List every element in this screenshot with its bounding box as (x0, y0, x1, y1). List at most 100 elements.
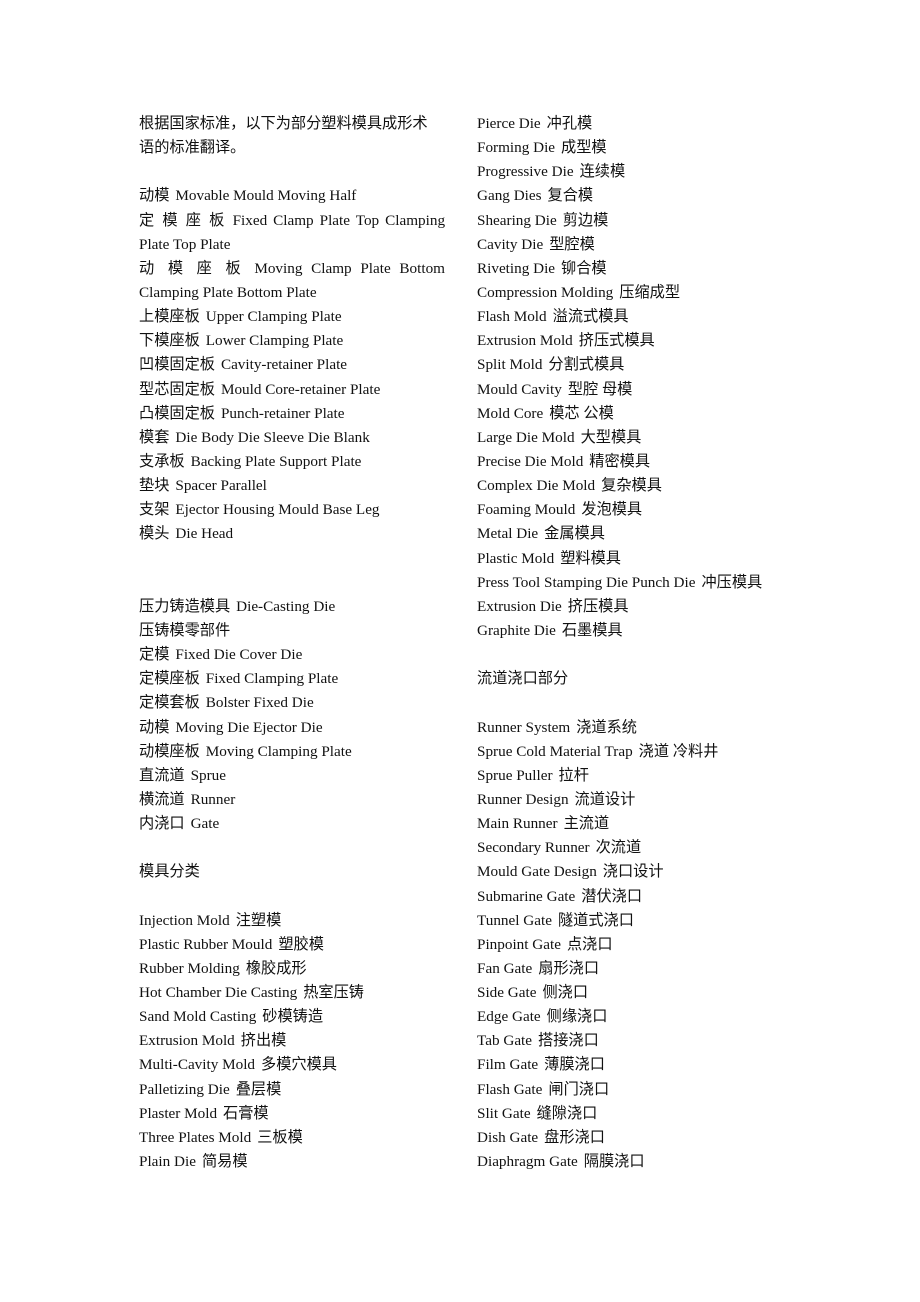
glossary-entry: Riveting Die 铆合模 (477, 257, 807, 281)
glossary-entry: Graphite Die 石墨模具 (477, 619, 807, 643)
english-term: Shearing Die (477, 211, 557, 229)
english-term: Rubber Molding (139, 959, 240, 977)
glossary-entry: 压力铸造模具 Die-Casting Die (139, 595, 445, 619)
chinese-term: 侧浇口 (542, 984, 589, 1002)
chinese-term: 凹模固定板 (139, 356, 215, 374)
glossary-entry: Injection Mold 注塑模 (139, 909, 445, 933)
english-term: Moving Clamp Plate Bottom (254, 259, 445, 277)
chinese-term: 浇道系统 (576, 718, 637, 736)
english-term: Die Head (175, 525, 234, 543)
chinese-term: 垫块 (139, 477, 170, 495)
glossary-entry: 定模座板 Fixed Clamping Plate (139, 667, 445, 691)
glossary-entry: 凸模固定板 Punch-retainer Plate (139, 402, 445, 426)
english-term: Ejector Housing Mould Base Leg (175, 501, 380, 519)
english-term: Sprue Cold Material Trap (477, 742, 633, 760)
chinese-term: 直流道 (139, 766, 185, 784)
glossary-entry: Press Tool Stamping Die Punch Die 冲压模具 (477, 571, 807, 595)
english-term: Compression Molding (477, 283, 614, 301)
english-term: Plastic Mold (477, 549, 555, 567)
glossary-entry: Slit Gate 缝隙浇口 (477, 1102, 807, 1126)
chinese-term: 支承板 (139, 452, 185, 470)
glossary-entry: 支架 Ejector Housing Mould Base Leg (139, 498, 445, 522)
glossary-entry: 动 模 座 板 Moving Clamp Plate Bottom (139, 257, 445, 281)
english-term: Metal Die (477, 525, 539, 543)
english-term: Runner System (477, 718, 571, 736)
glossary-entry: 上模座板 Upper Clamping Plate (139, 305, 445, 329)
chinese-term: 模套 (139, 428, 170, 446)
line-text: 语的标准翻译。 (139, 139, 246, 157)
english-term: Extrusion Die (477, 597, 562, 615)
chinese-term: 定模套板 (139, 694, 200, 712)
chinese-term: 精密模具 (589, 452, 651, 470)
english-term: Diaphragm Gate (477, 1153, 578, 1171)
english-term: Secondary Runner (477, 839, 590, 857)
glossary-entry: Flash Gate 闸门浇口 (477, 1078, 807, 1102)
line-text: 流道浇口部分 (477, 670, 569, 688)
english-term: Moving Clamping Plate (205, 742, 352, 760)
chinese-term-char: 模 (162, 211, 180, 229)
chinese-term: 压缩成型 (619, 283, 681, 301)
glossary-entry: Foaming Mould 发泡模具 (477, 498, 807, 522)
chinese-term: 拉杆 (558, 766, 589, 784)
glossary-entry: 凹模固定板 Cavity-retainer Plate (139, 353, 445, 377)
english-term: Cavity Die (477, 235, 544, 253)
chinese-term: 次流道 (595, 839, 642, 857)
chinese-term: 浇道 冷料井 (638, 742, 719, 760)
chinese-term: 冲压模具 (701, 573, 763, 591)
right-column: Pierce Die 冲孔模 Forming Die 成型模 Progressive D… (477, 112, 807, 1174)
glossary-entry: Tab Gate 搭接浇口 (477, 1029, 807, 1053)
glossary-entry: Side Gate 侧浇口 (477, 981, 807, 1005)
english-term: Extrusion Mold (139, 1032, 235, 1050)
text-line: 模具分类 (139, 860, 445, 884)
english-term: Moving Die Ejector Die (175, 718, 323, 736)
chinese-term: 点浇口 (566, 935, 613, 953)
glossary-entry: 横流道 Runner (139, 788, 445, 812)
english-term: Fixed Clamping Plate (205, 670, 339, 688)
glossary-entry: Rubber Molding 橡胶成形 (139, 957, 445, 981)
english-term: Runner (190, 790, 236, 808)
left-column: 根据国家标准，以下为部分塑料模具成形术 语的标准翻译。 动模 Movable Moul… (139, 112, 445, 1174)
glossary-entry: 垫块 Spacer Parallel (139, 474, 445, 498)
chinese-term: 横流道 (139, 790, 185, 808)
chinese-term: 挤压式模具 (578, 332, 655, 350)
chinese-term: 简易模 (201, 1153, 248, 1171)
chinese-term-char: 座 (196, 259, 217, 277)
glossary-entry: Large Die Mold 大型模具 (477, 426, 807, 450)
chinese-term: 三板模 (257, 1128, 303, 1146)
english-term: Three Plates Mold (139, 1128, 252, 1146)
english-term: Fixed Die Cover Die (175, 646, 303, 664)
chinese-term: 分割式模具 (548, 356, 625, 374)
chinese-term: 复合模 (547, 187, 594, 205)
glossary-entry: Extrusion Mold 挤压式模具 (477, 329, 807, 353)
glossary-entry: Secondary Runner 次流道 (477, 836, 807, 860)
english-term: Mold Core (477, 404, 544, 422)
text-line: 根据国家标准，以下为部分塑料模具成形术 (139, 112, 445, 136)
glossary-entry: Submarine Gate 潜伏浇口 (477, 885, 807, 909)
glossary-entry: Compression Molding 压缩成型 (477, 281, 807, 305)
chinese-term: 模头 (139, 525, 170, 543)
chinese-term: 内浇口 (139, 815, 185, 833)
chinese-term: 成型模 (561, 139, 607, 157)
text-line: 压铸模零部件 (139, 619, 445, 643)
glossary-entry: Runner System 浇道系统 (477, 716, 807, 740)
chinese-term: 潜伏浇口 (581, 887, 643, 905)
chinese-term: 发泡模具 (581, 501, 643, 519)
english-term: Mould Core-retainer Plate (220, 380, 381, 398)
english-term: Extrusion Mold (477, 332, 573, 350)
english-term: Progressive Die (477, 163, 574, 181)
chinese-term-char: 定 (139, 211, 157, 229)
chinese-term: 橡胶成形 (245, 959, 307, 977)
chinese-term: 注塑模 (235, 911, 282, 929)
english-term: Sprue Puller (477, 766, 553, 784)
text-line: 流道浇口部分 (477, 667, 807, 691)
glossary-entry: 支承板 Backing Plate Support Plate (139, 450, 445, 474)
english-term: Sprue (190, 766, 226, 784)
glossary-entry: Gang Dies 复合模 (477, 184, 807, 208)
document-page: 根据国家标准，以下为部分塑料模具成形术 语的标准翻译。 动模 Movable Moul… (0, 0, 920, 1302)
chinese-term: 隔膜浇口 (583, 1153, 645, 1171)
chinese-term: 型腔 母模 (567, 380, 633, 398)
glossary-entry: Film Gate 薄膜浇口 (477, 1053, 807, 1077)
english-term: Tab Gate (477, 1032, 533, 1050)
chinese-term-char: 座 (185, 211, 204, 229)
